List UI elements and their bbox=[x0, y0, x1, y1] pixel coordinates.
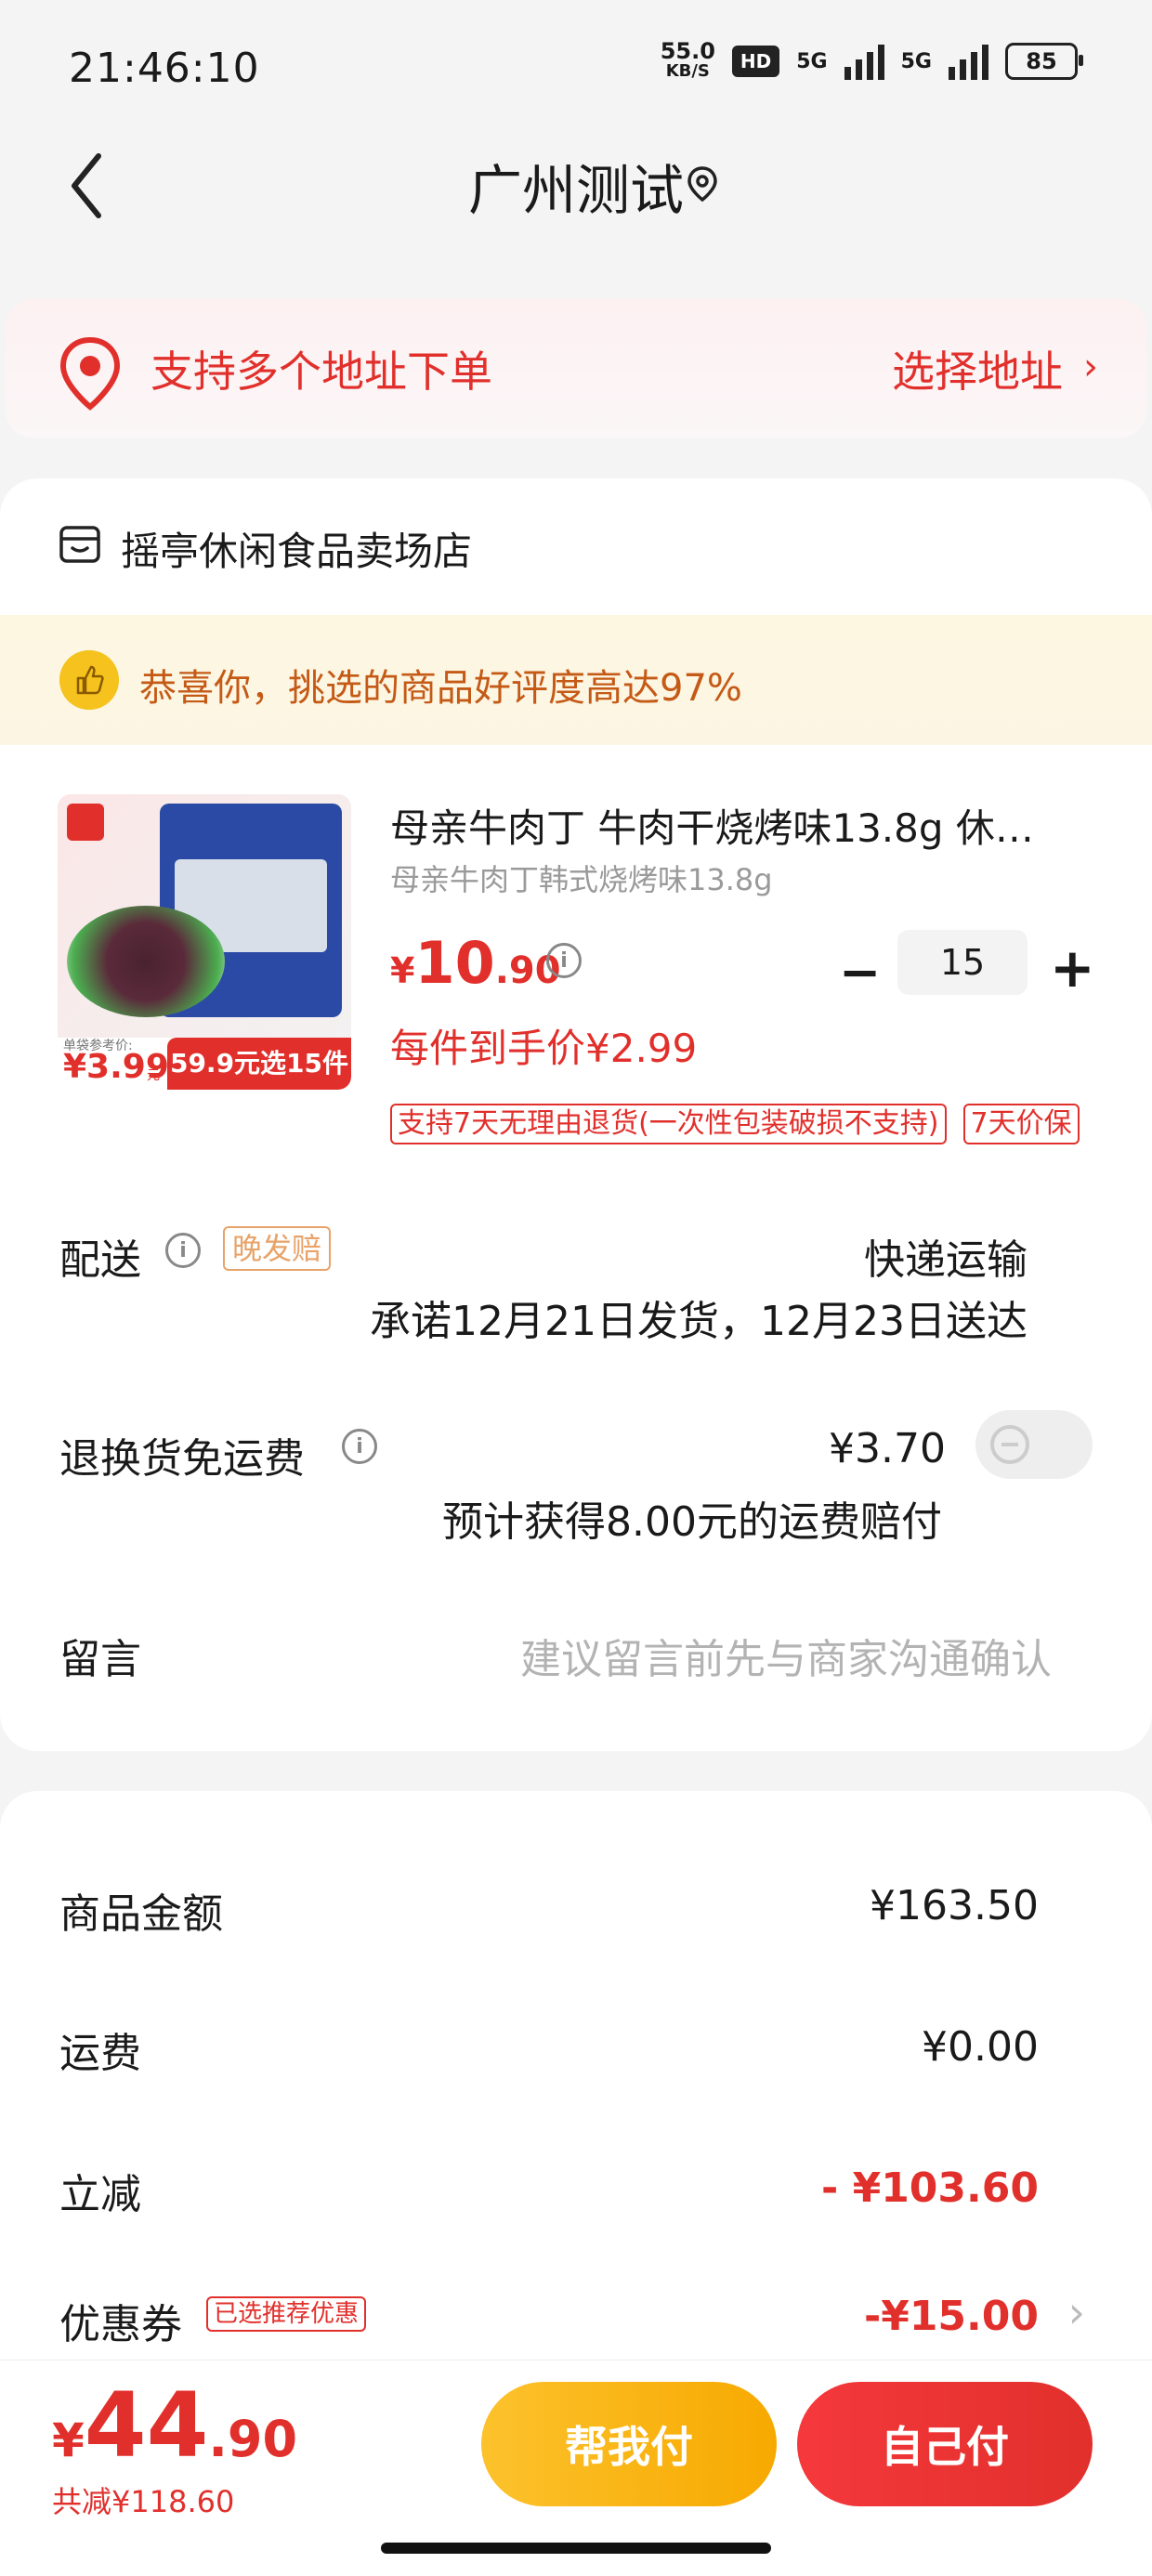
return-shipping-note: 预计获得8.00元的运费赔付 bbox=[442, 1498, 942, 1546]
praise-text: 恭喜你，挑选的商品好评度高达97% bbox=[139, 667, 742, 710]
minus-icon[interactable]: − bbox=[839, 943, 881, 1001]
service-tags: 支持7天无理由退货(一次性包装破损不支持) 7天价保 bbox=[390, 1104, 1080, 1144]
coupon-badge: 已选推荐优惠 bbox=[206, 2296, 367, 2332]
total-saved: 共减¥118.60 bbox=[52, 2484, 235, 2519]
signal-icon-2 bbox=[949, 43, 988, 80]
battery-icon: 85 bbox=[1005, 43, 1083, 80]
thumbs-up-icon bbox=[59, 650, 119, 710]
delivery-badge: 晚发赔 bbox=[223, 1226, 332, 1271]
signal-icon bbox=[844, 43, 884, 80]
chevron-right-icon[interactable]: › bbox=[1068, 2287, 1085, 2337]
coupon-value[interactable]: -¥15.00 bbox=[864, 2293, 1039, 2340]
plus-icon[interactable]: + bbox=[1050, 936, 1095, 1000]
status-time: 21:46:10 bbox=[69, 45, 260, 92]
return-shipping-price: ¥3.70 bbox=[829, 1425, 946, 1472]
product-name[interactable]: 母亲牛肉丁 牛肉干烧烤味13.8g 休闲零食 bbox=[390, 797, 1059, 854]
network-5g-label-2: 5G bbox=[900, 49, 932, 73]
product-image[interactable]: 单袋参考价: ¥3.99 元 59.9元选15件 bbox=[58, 794, 351, 1090]
address-banner-text: 支持多个地址下单 bbox=[151, 347, 492, 397]
goods-amount-label: 商品金额 bbox=[59, 1890, 223, 1938]
message-label: 留言 bbox=[59, 1636, 141, 1683]
self-pay-button[interactable]: 自己付 bbox=[797, 2382, 1093, 2506]
delivery-method[interactable]: 快递运输 bbox=[864, 1226, 1028, 1286]
product-sku: 母亲牛肉丁韩式烧烤味13.8g bbox=[390, 862, 773, 897]
delivery-label: 配送 bbox=[59, 1236, 141, 1284]
service-tag[interactable]: 支持7天无理由退货(一次性包装破损不支持) bbox=[390, 1104, 947, 1144]
product-price: ¥10.90 bbox=[390, 929, 561, 997]
shop-name[interactable]: 摇亭休闲食品卖场店 bbox=[121, 520, 472, 577]
help-pay-button[interactable]: 帮我付 bbox=[481, 2382, 777, 2506]
status-icons: 55.0 KB/S HD 5G 5G 85 bbox=[660, 38, 1083, 82]
home-indicator[interactable] bbox=[381, 2543, 771, 2554]
ref-price-unit: 元 bbox=[147, 1068, 160, 1083]
location-pin-icon[interactable] bbox=[686, 165, 719, 203]
message-input[interactable]: 建议留言前先与商家沟通确认 bbox=[520, 1626, 1052, 1685]
network-5g-label: 5G bbox=[796, 49, 828, 73]
discount-value: - ¥103.60 bbox=[821, 2164, 1039, 2212]
chevron-right-icon: › bbox=[1083, 346, 1098, 388]
hd-icon: HD bbox=[731, 46, 780, 77]
return-shipping-toggle[interactable] bbox=[975, 1410, 1093, 1479]
info-icon[interactable]: i bbox=[342, 1429, 377, 1464]
info-icon[interactable]: i bbox=[546, 943, 582, 978]
goods-amount-value: ¥163.50 bbox=[870, 1882, 1039, 1929]
select-address-link[interactable]: 选择地址 bbox=[892, 338, 1063, 399]
total-price: ¥44.90 bbox=[52, 2373, 298, 2478]
promo-label: 59.9元选15件 bbox=[167, 1038, 351, 1090]
shipping-fee-value: ¥0.00 bbox=[922, 2023, 1039, 2071]
unit-price: 每件到手价¥2.99 bbox=[390, 1026, 698, 1071]
service-tag[interactable]: 7天价保 bbox=[962, 1104, 1080, 1144]
delivery-promise: 承诺12月21日发货，12月23日送达 bbox=[370, 1298, 1028, 1345]
address-target-icon bbox=[59, 336, 121, 411]
coupon-label: 优惠券 bbox=[59, 2301, 182, 2348]
info-icon[interactable]: i bbox=[165, 1233, 201, 1268]
page-title: 广州测试 bbox=[467, 159, 684, 222]
net-speed: 55.0 KB/S bbox=[660, 38, 715, 81]
toggle-icon bbox=[990, 1425, 1029, 1464]
discount-label: 立减 bbox=[59, 2171, 141, 2218]
quantity-input[interactable]: 15 bbox=[897, 930, 1028, 995]
shop-icon bbox=[59, 526, 100, 563]
shipping-fee-label: 运费 bbox=[59, 2030, 141, 2077]
return-shipping-label: 退换货免运费 bbox=[59, 1435, 305, 1483]
